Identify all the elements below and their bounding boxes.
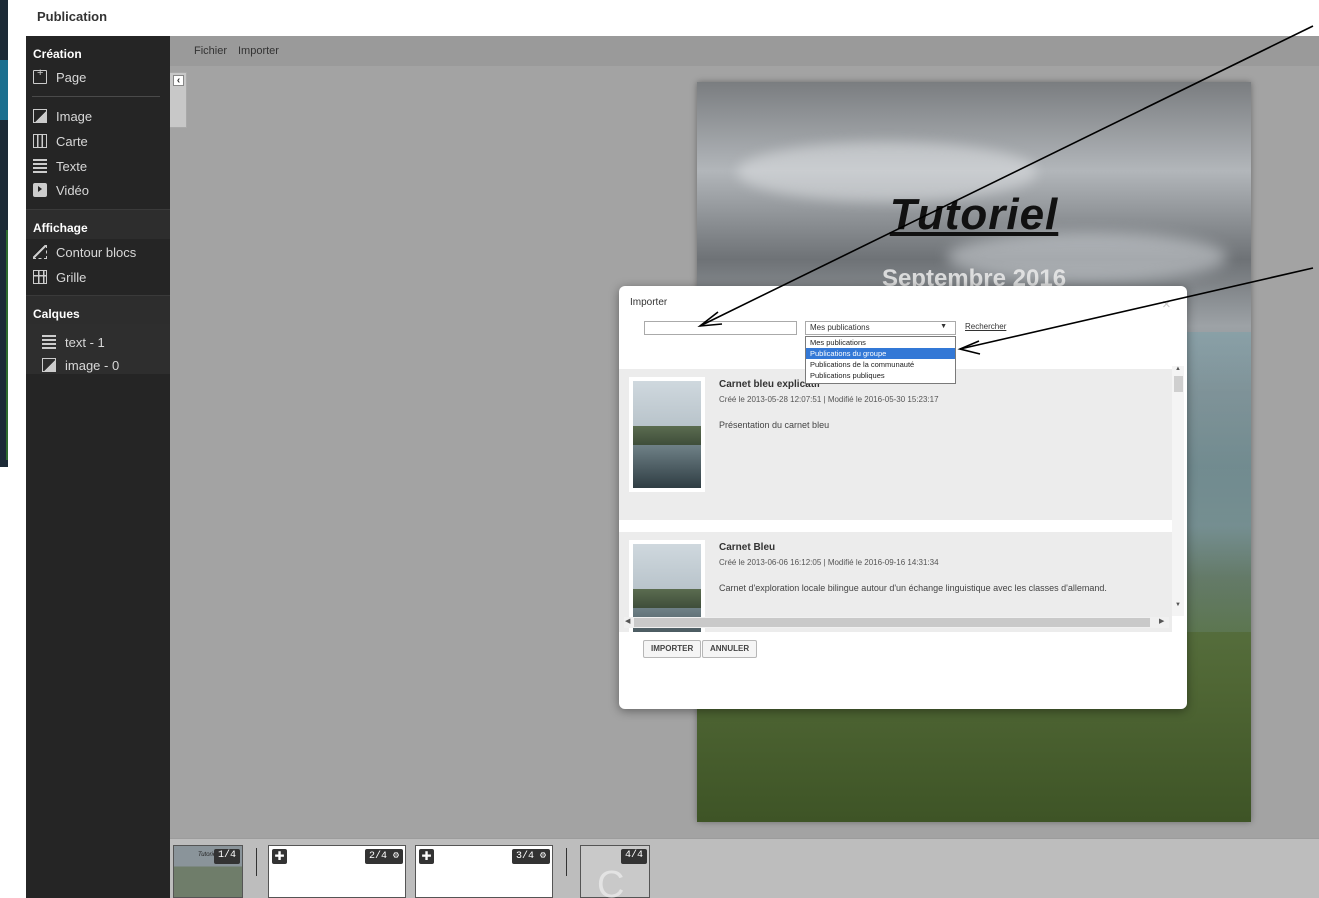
dropdown-option-selected[interactable]: Publications du groupe xyxy=(806,348,955,359)
application-window: Publication Création Page Image Carte Te… xyxy=(0,0,1319,898)
dropdown-option[interactable]: Mes publications xyxy=(806,337,955,348)
annotation-arrow-to-search xyxy=(699,25,1314,327)
annotation-arrow-to-dropdown xyxy=(959,267,1314,350)
dropdown-option[interactable]: Publications de la communauté xyxy=(806,359,955,370)
dropdown-option[interactable]: Publications publiques xyxy=(806,370,955,381)
arrowhead-icon xyxy=(697,311,723,328)
scope-dropdown-list: Mes publications Publications du groupe … xyxy=(805,336,956,384)
annotation-arrows xyxy=(697,25,1314,355)
